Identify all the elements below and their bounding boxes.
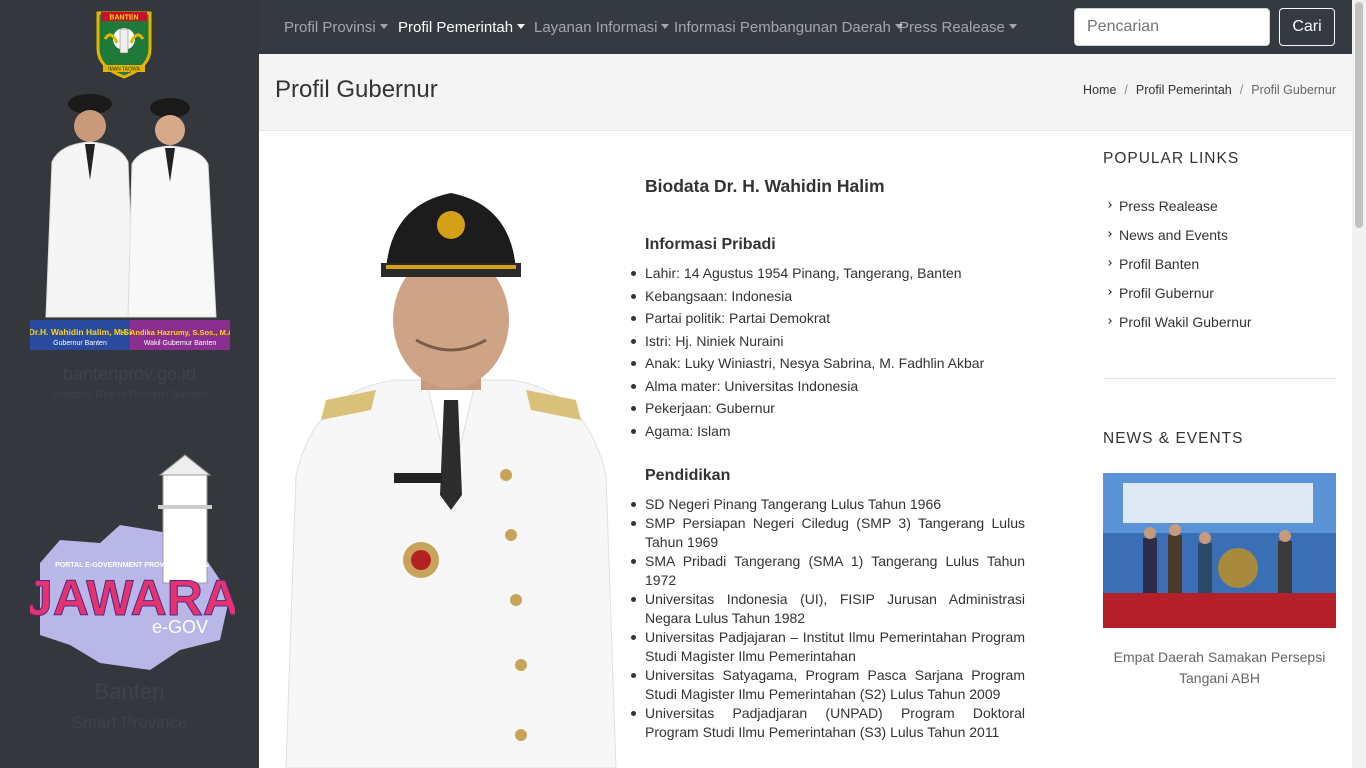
education-heading: Pendidikan xyxy=(645,466,731,484)
chevron-down-icon xyxy=(661,24,670,29)
breadcrumb: Home / Profil Pemerintah / Profil Gubernur xyxy=(1083,83,1336,97)
list-item: Kebangsaan: Indonesia xyxy=(631,287,1025,306)
nav-label: Press Realease xyxy=(899,19,1005,36)
popular-links-title: POPULAR LINKS xyxy=(1103,150,1240,167)
list-item: SD Negeri Pinang Tangerang Lulus Tahun 1… xyxy=(631,495,1025,514)
breadcrumb-home[interactable]: Home xyxy=(1083,83,1116,97)
nav-label: Informasi Pembangunan Daerah xyxy=(674,19,891,36)
popular-link-profil-banten[interactable]: Profil Banten xyxy=(1103,256,1336,285)
scrollbar-thumb[interactable] xyxy=(1355,2,1363,228)
popular-links-list: Press Realease News and Events Profil Ba… xyxy=(1103,198,1336,343)
nav-informasi-pembangunan-daerah[interactable]: Informasi Pembangunan Daerah xyxy=(674,19,903,36)
list-item: Anak: Luky Winiastri, Nesya Sabrina, M. … xyxy=(631,354,1025,373)
chevron-down-icon xyxy=(379,24,388,29)
list-item: SMP Persiapan Negeri Ciledug (SMP 3) Tan… xyxy=(631,514,1025,550)
page-scrollbar[interactable] xyxy=(1352,0,1366,768)
nav-press-realease[interactable]: Press Realease xyxy=(899,19,1017,36)
nav-profil-pemerintah[interactable]: Profil Pemerintah xyxy=(398,19,526,36)
page-header: Profil Gubernur Home / Profil Pemerintah / P… xyxy=(259,54,1352,131)
list-item: Universitas Padjajaran – Institut Ilmu P… xyxy=(631,628,1025,664)
chevron-down-icon xyxy=(1008,24,1017,29)
nav-layanan-informasi[interactable]: Layanan Informasi xyxy=(534,19,670,36)
left-sidebar: BANTEN IMAN TAQWA Dr.H. Wahidin Halim, M… xyxy=(0,0,259,768)
official-1-role: Gubernur Banten xyxy=(53,340,107,347)
jawara-sub: e-GOV xyxy=(152,617,208,637)
list-item: Agama: Islam xyxy=(631,422,1025,441)
list-item: Universitas Indonesia (UI), FISIP Jurusa… xyxy=(631,590,1025,626)
popular-link-press-realease[interactable]: Press Realease xyxy=(1103,198,1336,227)
brand-name: Banten xyxy=(94,679,165,704)
brand-tagline: Smart Province xyxy=(71,713,188,732)
governor-portrait xyxy=(276,175,626,768)
jawara-header: PORTAL E-GOVERNMENT PROVINSI BANTEN xyxy=(55,562,209,569)
nav-label: Layanan Informasi xyxy=(534,19,658,36)
popular-link-profil-wakil-gubernur[interactable]: Profil Wakil Gubernur xyxy=(1103,314,1336,343)
governor-officials-photo: Dr.H. Wahidin Halim, M.Si Gubernur Bante… xyxy=(30,94,230,350)
breadcrumb-separator: / xyxy=(1239,83,1244,97)
nav-label: Profil Pemerintah xyxy=(398,19,514,36)
popular-link-news-and-events[interactable]: News and Events xyxy=(1103,227,1336,256)
breadcrumb-separator: / xyxy=(1124,83,1128,97)
list-item: Universitas Padjadjaran (UNPAD) Program … xyxy=(631,704,1025,740)
biodata-heading: Biodata Dr. H. Wahidin Halim xyxy=(645,176,885,196)
breadcrumb-profil-pemerintah[interactable]: Profil Pemerintah xyxy=(1136,83,1232,97)
list-item: Pekerjaan: Gubernur xyxy=(631,399,1025,418)
nav-profil-provinsi[interactable]: Profil Provinsi xyxy=(284,19,388,36)
news-event-image[interactable] xyxy=(1103,473,1336,628)
right-sidebar: POPULAR LINKS Press Realease News and Ev… xyxy=(1103,150,1336,689)
jawara-egov-logo[interactable]: PORTAL E-GOVERNMENT PROVINSI BANTEN JAWA… xyxy=(30,445,235,675)
svg-text:BANTEN: BANTEN xyxy=(109,15,138,22)
site-name: bantenprov.go.id xyxy=(63,364,196,384)
divider xyxy=(1103,378,1336,379)
list-item: Istri: Hj. Niniek Nuraini xyxy=(631,332,1025,351)
official-1-caption: Dr.H. Wahidin Halim, M.Si xyxy=(30,327,131,337)
page-title: Profil Gubernur xyxy=(275,76,438,103)
personal-info-list: Lahir: 14 Agustus 1954 Pinang, Tangerang… xyxy=(631,264,1025,441)
list-item: Alma mater: Universitas Indonesia xyxy=(631,377,1025,396)
breadcrumb-current: Profil Gubernur xyxy=(1251,83,1336,97)
personal-info-heading: Informasi Pribadi xyxy=(645,236,776,253)
search-input[interactable] xyxy=(1074,8,1270,46)
search-button[interactable]: Cari xyxy=(1279,8,1335,46)
official-2-caption: H. Andika Hazrumy, S.Sos., M.AP. xyxy=(121,328,230,337)
banten-crest-logo[interactable]: BANTEN IMAN TAQWA xyxy=(93,9,155,79)
list-item: Universitas Satyagama, Program Pasca Sar… xyxy=(631,666,1025,702)
official-2-role: Wakil Gubernur Banten xyxy=(144,340,217,347)
site-tagline: Website Resmi Provinsi Banten xyxy=(52,389,207,401)
list-item: Partai politik: Partai Demokrat xyxy=(631,309,1025,328)
news-events-title: NEWS & EVENTS xyxy=(1103,430,1244,447)
nav-label: Profil Provinsi xyxy=(284,19,376,36)
svg-text:IMAN TAQWA: IMAN TAQWA xyxy=(108,67,140,73)
list-item: SMA Pribadi Tangerang (SMA 1) Tangerang … xyxy=(631,552,1025,588)
biodata-section: Biodata Dr. H. Wahidin Halim Informasi P… xyxy=(631,176,1025,768)
list-item: Lahir: 14 Agustus 1954 Pinang, Tangerang… xyxy=(631,264,1025,283)
news-caption[interactable]: Empat Daerah Samakan Persepsi Tangani AB… xyxy=(1103,647,1336,689)
chevron-down-icon xyxy=(517,24,526,29)
education-list: SD Negeri Pinang Tangerang Lulus Tahun 1… xyxy=(631,495,1025,742)
popular-link-profil-gubernur[interactable]: Profil Gubernur xyxy=(1103,285,1336,314)
top-navbar: Profil Provinsi Profil Pemerintah Layana… xyxy=(259,0,1352,54)
